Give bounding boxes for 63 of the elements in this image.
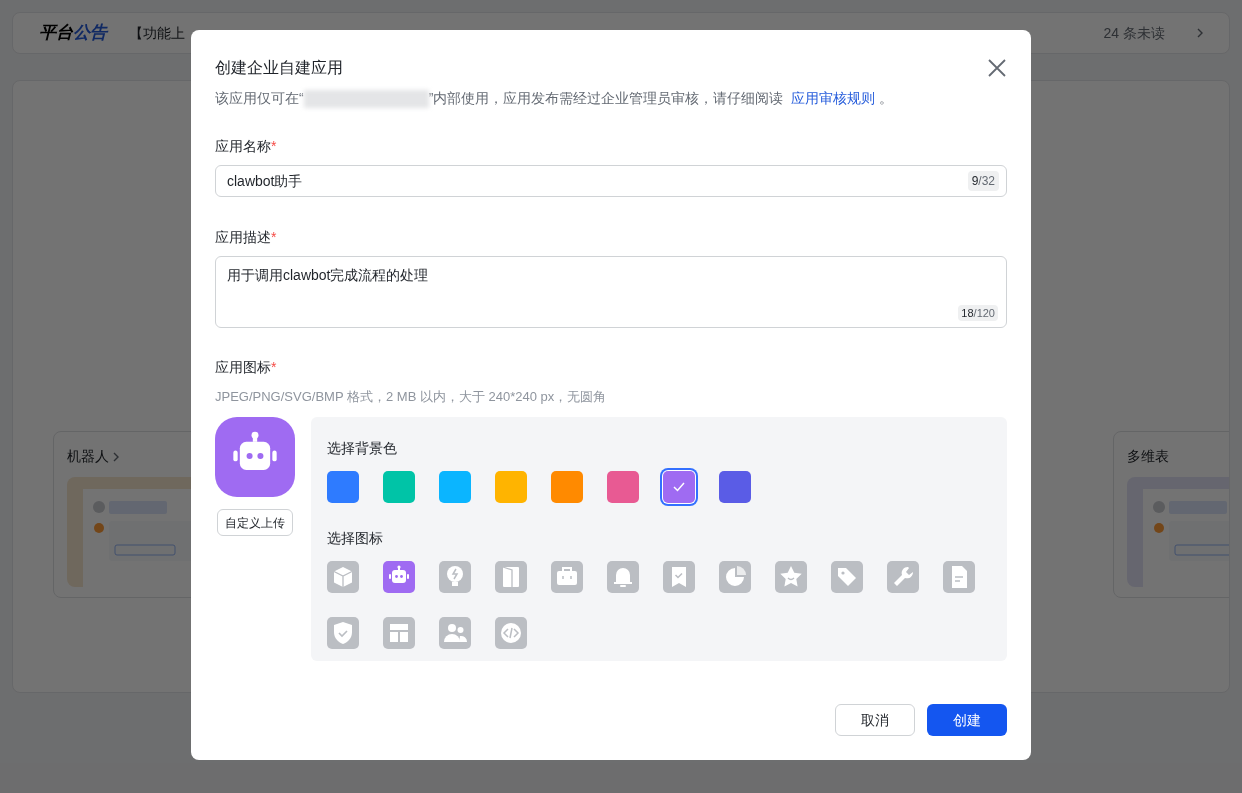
icon-hint: JPEG/PNG/SVG/BMP 格式，2 MB 以内，大于 240*240 px，无圆角 — [215, 389, 607, 404]
brand-logo: 平台公告 — [39, 22, 107, 45]
icon-option[interactable] — [327, 617, 359, 649]
char-counter: 9/32 — [967, 171, 999, 191]
notice-end: 。 — [879, 89, 894, 108]
pie-chart-icon — [723, 565, 747, 589]
required-mark: * — [271, 229, 277, 245]
close-icon[interactable] — [988, 59, 1006, 77]
color-swatch[interactable] — [551, 471, 583, 503]
icon-option[interactable] — [775, 561, 807, 593]
icon-option[interactable] — [887, 561, 919, 593]
layout-icon — [387, 621, 411, 645]
color-swatch[interactable] — [439, 471, 471, 503]
upload-button[interactable]: 自定义上传 — [217, 509, 293, 536]
icon-option[interactable] — [327, 561, 359, 593]
announcement-text[interactable]: 【功能上 — [129, 22, 185, 44]
card-title: 多维表 — [1127, 447, 1169, 466]
icon-option[interactable] — [383, 561, 415, 593]
char-counter: 18/120 — [958, 304, 998, 321]
color-swatch[interactable] — [719, 471, 751, 503]
name-input[interactable]: clawbot助手 9/32 — [215, 165, 1007, 197]
card-title: 机器人 — [67, 447, 109, 466]
icon-option[interactable] — [663, 561, 695, 593]
shield-icon — [331, 621, 355, 645]
description-textarea[interactable]: 用于调用clawbot完成流程的处理 18/120 — [215, 256, 1007, 328]
color-swatch[interactable] — [607, 471, 639, 503]
field-label: 应用描述 — [215, 229, 271, 245]
icon-option[interactable] — [719, 561, 751, 593]
icon-option[interactable] — [439, 561, 471, 593]
icon-option[interactable] — [831, 561, 863, 593]
feature-card[interactable]: 多维表 — [1113, 431, 1229, 598]
cancel-button[interactable]: 取消 — [835, 704, 915, 736]
cube-icon — [331, 565, 355, 589]
icon-option[interactable] — [551, 561, 583, 593]
icon-option[interactable] — [943, 561, 975, 593]
code-icon — [499, 621, 523, 645]
star-icon — [779, 565, 803, 589]
color-swatch[interactable] — [383, 471, 415, 503]
color-swatch[interactable] — [327, 471, 359, 503]
icon-option[interactable] — [607, 561, 639, 593]
color-swatch[interactable] — [495, 471, 527, 503]
review-rules-link[interactable]: 应用审核规则 — [791, 88, 876, 109]
field-label: 应用图标 — [215, 359, 271, 375]
section-title: 选择图标 — [327, 530, 383, 546]
icon-option[interactable] — [495, 561, 527, 593]
chevron-right-icon — [113, 451, 119, 462]
icon-option[interactable] — [495, 617, 527, 649]
notice-text: ”内部使用，应用发布需经过企业管理员审核，请仔细阅读 — [428, 89, 784, 108]
bell-icon — [611, 565, 635, 589]
required-mark: * — [271, 138, 277, 154]
required-mark: * — [271, 359, 277, 375]
field-label: 应用名称 — [215, 138, 271, 154]
notice-text: 该应用仅可在“ — [215, 89, 304, 108]
section-title: 选择背景色 — [327, 440, 397, 456]
people-icon — [443, 621, 467, 645]
checkmark-icon — [673, 482, 685, 492]
tag-icon — [835, 565, 859, 589]
dialog-title: 创建企业自建应用 — [215, 58, 343, 78]
color-swatch[interactable] — [663, 471, 695, 503]
chevron-right-icon — [1197, 28, 1203, 38]
icon-option[interactable] — [383, 617, 415, 649]
create-button[interactable]: 创建 — [927, 704, 1007, 736]
icon-option[interactable] — [439, 617, 471, 649]
